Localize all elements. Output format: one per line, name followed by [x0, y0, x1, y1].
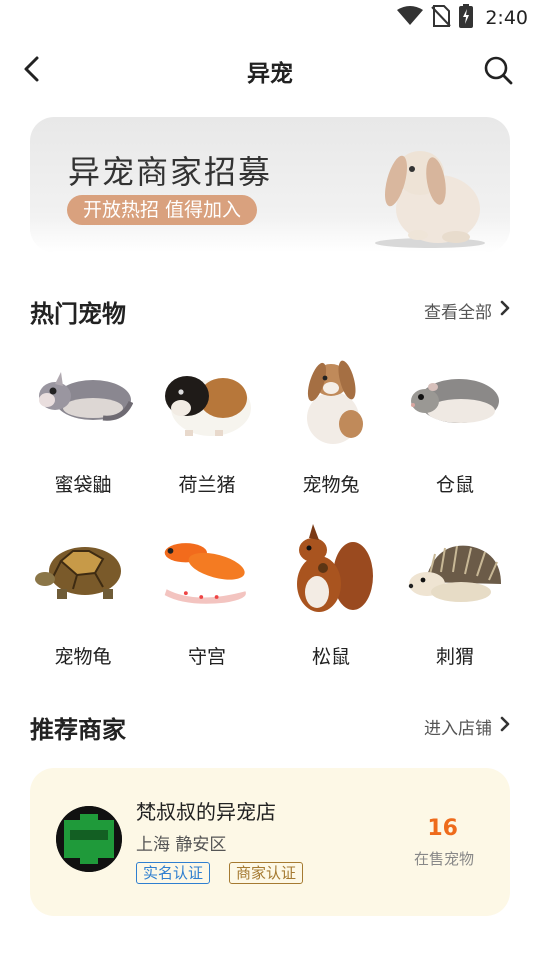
guinea-pig-image [157, 350, 257, 450]
page-title: 异宠 [247, 61, 293, 87]
merchants-title: 推荐商家 [30, 716, 126, 744]
pet-name: 荷兰猪 [178, 474, 236, 496]
pet-item-squirrel[interactable]: 松鼠 [276, 522, 386, 672]
pets-on-sale-label: 在售宠物 [413, 850, 474, 868]
shop-logo-avatar [56, 806, 122, 872]
banner-tag: 开放热招 值得加入 [67, 195, 258, 225]
pet-name: 松鼠 [311, 646, 350, 668]
merchant-verified-badge: 商家认证 [229, 862, 304, 884]
pet-name: 守宫 [187, 646, 226, 668]
no-sim-icon [431, 5, 452, 31]
pet-item-sugar-glider[interactable]: 蜜袋鼬 [28, 350, 138, 500]
status-bar: 2:40 [0, 0, 540, 36]
merchants-header: 推荐商家 进入店铺 [30, 706, 510, 746]
pet-item-guinea-pig[interactable]: 荷兰猪 [152, 350, 262, 500]
banner-title: 异宠商家招募 [68, 153, 273, 191]
enter-shop-link[interactable]: 进入店铺 [424, 714, 510, 739]
pet-name: 宠物龟 [54, 646, 112, 668]
pet-name: 刺猬 [435, 646, 474, 668]
shop-location: 上海 静安区 [136, 835, 227, 855]
sugar-glider-image [33, 350, 133, 450]
wifi-icon [397, 6, 424, 30]
search-icon[interactable] [482, 54, 514, 86]
merchant-recruit-banner[interactable]: 异宠商家招募 开放热招 值得加入 [30, 117, 510, 252]
pet-item-gecko[interactable]: 守宫 [152, 522, 262, 672]
tortoise-image [33, 522, 133, 622]
pet-item-rabbit[interactable]: 宠物兔 [276, 350, 386, 500]
status-time: 2:40 [485, 7, 528, 29]
chevron-right-icon [500, 300, 510, 321]
enter-shop-label: 进入店铺 [424, 719, 492, 739]
pet-item-hamster[interactable]: 仓鼠 [400, 350, 510, 500]
squirrel-image [281, 522, 381, 622]
shop-card[interactable]: 梵叔叔的异宠店 上海 静安区 实名认证 商家认证 16 在售宠物 [30, 768, 510, 916]
shop-name: 梵叔叔的异宠店 [136, 800, 276, 824]
real-name-verified-badge: 实名认证 [136, 862, 211, 884]
rabbit-image [281, 350, 381, 450]
pet-item-tortoise[interactable]: 宠物龟 [28, 522, 138, 672]
status-icons: 2:40 [397, 4, 528, 32]
rabbit-illustration [360, 121, 490, 249]
pet-item-hedgehog[interactable]: 刺猬 [400, 522, 510, 672]
pets-on-sale-count: 16 [427, 816, 458, 841]
battery-charging-icon [459, 4, 474, 32]
pet-name: 蜜袋鼬 [54, 474, 112, 496]
view-all-label: 查看全部 [424, 303, 492, 323]
chevron-right-icon [500, 716, 510, 737]
hamster-image [405, 350, 505, 450]
hedgehog-image [405, 522, 505, 622]
pet-name: 宠物兔 [302, 474, 360, 496]
view-all-link[interactable]: 查看全部 [424, 298, 510, 323]
hot-pets-title: 热门宠物 [30, 300, 126, 328]
gecko-image [157, 522, 257, 622]
pet-name: 仓鼠 [435, 474, 474, 496]
hot-pets-header: 热门宠物 查看全部 [30, 290, 510, 330]
header: 异宠 [0, 40, 540, 98]
